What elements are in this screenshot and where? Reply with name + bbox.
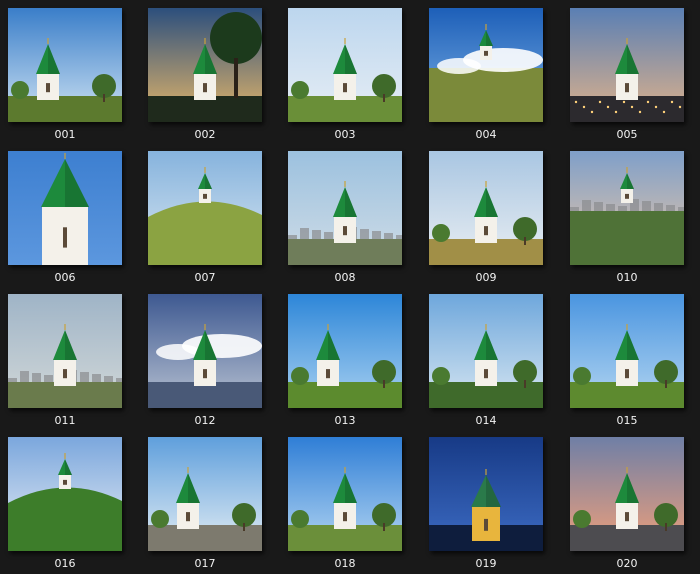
thumbnail-label: 004 (475, 128, 497, 141)
thumbnail-label: 009 (475, 271, 497, 284)
thumbnail-tile[interactable]: 010 (570, 151, 684, 284)
thumbnail-tile[interactable]: 006 (8, 151, 122, 284)
thumbnail-tile[interactable]: 014 (429, 294, 543, 427)
thumbnail-image[interactable] (429, 151, 543, 265)
thumbnail-image[interactable] (148, 8, 262, 122)
thumbnail-label: 014 (475, 414, 497, 427)
thumbnail-label: 008 (334, 271, 356, 284)
thumbnail-image[interactable] (570, 294, 684, 408)
thumbnail-tile[interactable]: 019 (429, 437, 543, 570)
thumbnail-image[interactable] (429, 8, 543, 122)
thumbnail-label: 020 (616, 557, 638, 570)
thumbnail-image[interactable] (148, 294, 262, 408)
thumbnail-tile[interactable]: 016 (8, 437, 122, 570)
thumbnail-image[interactable] (429, 437, 543, 551)
thumbnail-image[interactable] (570, 437, 684, 551)
thumbnail-label: 015 (616, 414, 638, 427)
thumbnail-image[interactable] (288, 437, 402, 551)
thumbnail-image[interactable] (288, 294, 402, 408)
thumbnail-tile[interactable]: 008 (288, 151, 402, 284)
thumbnail-label: 016 (54, 557, 76, 570)
thumbnail-tile[interactable]: 012 (148, 294, 262, 427)
thumbnail-image[interactable] (429, 294, 543, 408)
thumbnail-label: 019 (475, 557, 497, 570)
thumbnail-label: 002 (194, 128, 216, 141)
thumbnail-grid: 001 002 003 004 005 006 007 008 009 010 011 012 013 0… (0, 0, 700, 574)
thumbnail-tile[interactable]: 015 (570, 294, 684, 427)
thumbnail-label: 005 (616, 128, 638, 141)
thumbnail-label: 013 (334, 414, 356, 427)
thumbnail-tile[interactable]: 013 (288, 294, 402, 427)
thumbnail-image[interactable] (148, 151, 262, 265)
thumbnail-image[interactable] (570, 151, 684, 265)
thumbnail-tile[interactable]: 004 (429, 8, 543, 141)
thumbnail-tile[interactable]: 002 (148, 8, 262, 141)
thumbnail-label: 001 (54, 128, 76, 141)
thumbnail-label: 011 (54, 414, 76, 427)
thumbnail-image[interactable] (8, 151, 122, 265)
thumbnail-label: 006 (54, 271, 76, 284)
thumbnail-tile[interactable]: 020 (570, 437, 684, 570)
thumbnail-label: 018 (334, 557, 356, 570)
thumbnail-tile[interactable]: 003 (288, 8, 402, 141)
thumbnail-label: 010 (616, 271, 638, 284)
thumbnail-tile[interactable]: 018 (288, 437, 402, 570)
thumbnail-tile[interactable]: 009 (429, 151, 543, 284)
thumbnail-label: 017 (194, 557, 216, 570)
thumbnail-image[interactable] (288, 151, 402, 265)
thumbnail-image[interactable] (8, 8, 122, 122)
thumbnail-label: 012 (194, 414, 216, 427)
thumbnail-label: 007 (194, 271, 216, 284)
thumbnail-image[interactable] (148, 437, 262, 551)
thumbnail-image[interactable] (288, 8, 402, 122)
thumbnail-image[interactable] (8, 294, 122, 408)
thumbnail-tile[interactable]: 001 (8, 8, 122, 141)
thumbnail-label: 003 (334, 128, 356, 141)
thumbnail-tile[interactable]: 007 (148, 151, 262, 284)
thumbnail-image[interactable] (570, 8, 684, 122)
thumbnail-tile[interactable]: 011 (8, 294, 122, 427)
thumbnail-tile[interactable]: 005 (570, 8, 684, 141)
thumbnail-image[interactable] (8, 437, 122, 551)
thumbnail-tile[interactable]: 017 (148, 437, 262, 570)
